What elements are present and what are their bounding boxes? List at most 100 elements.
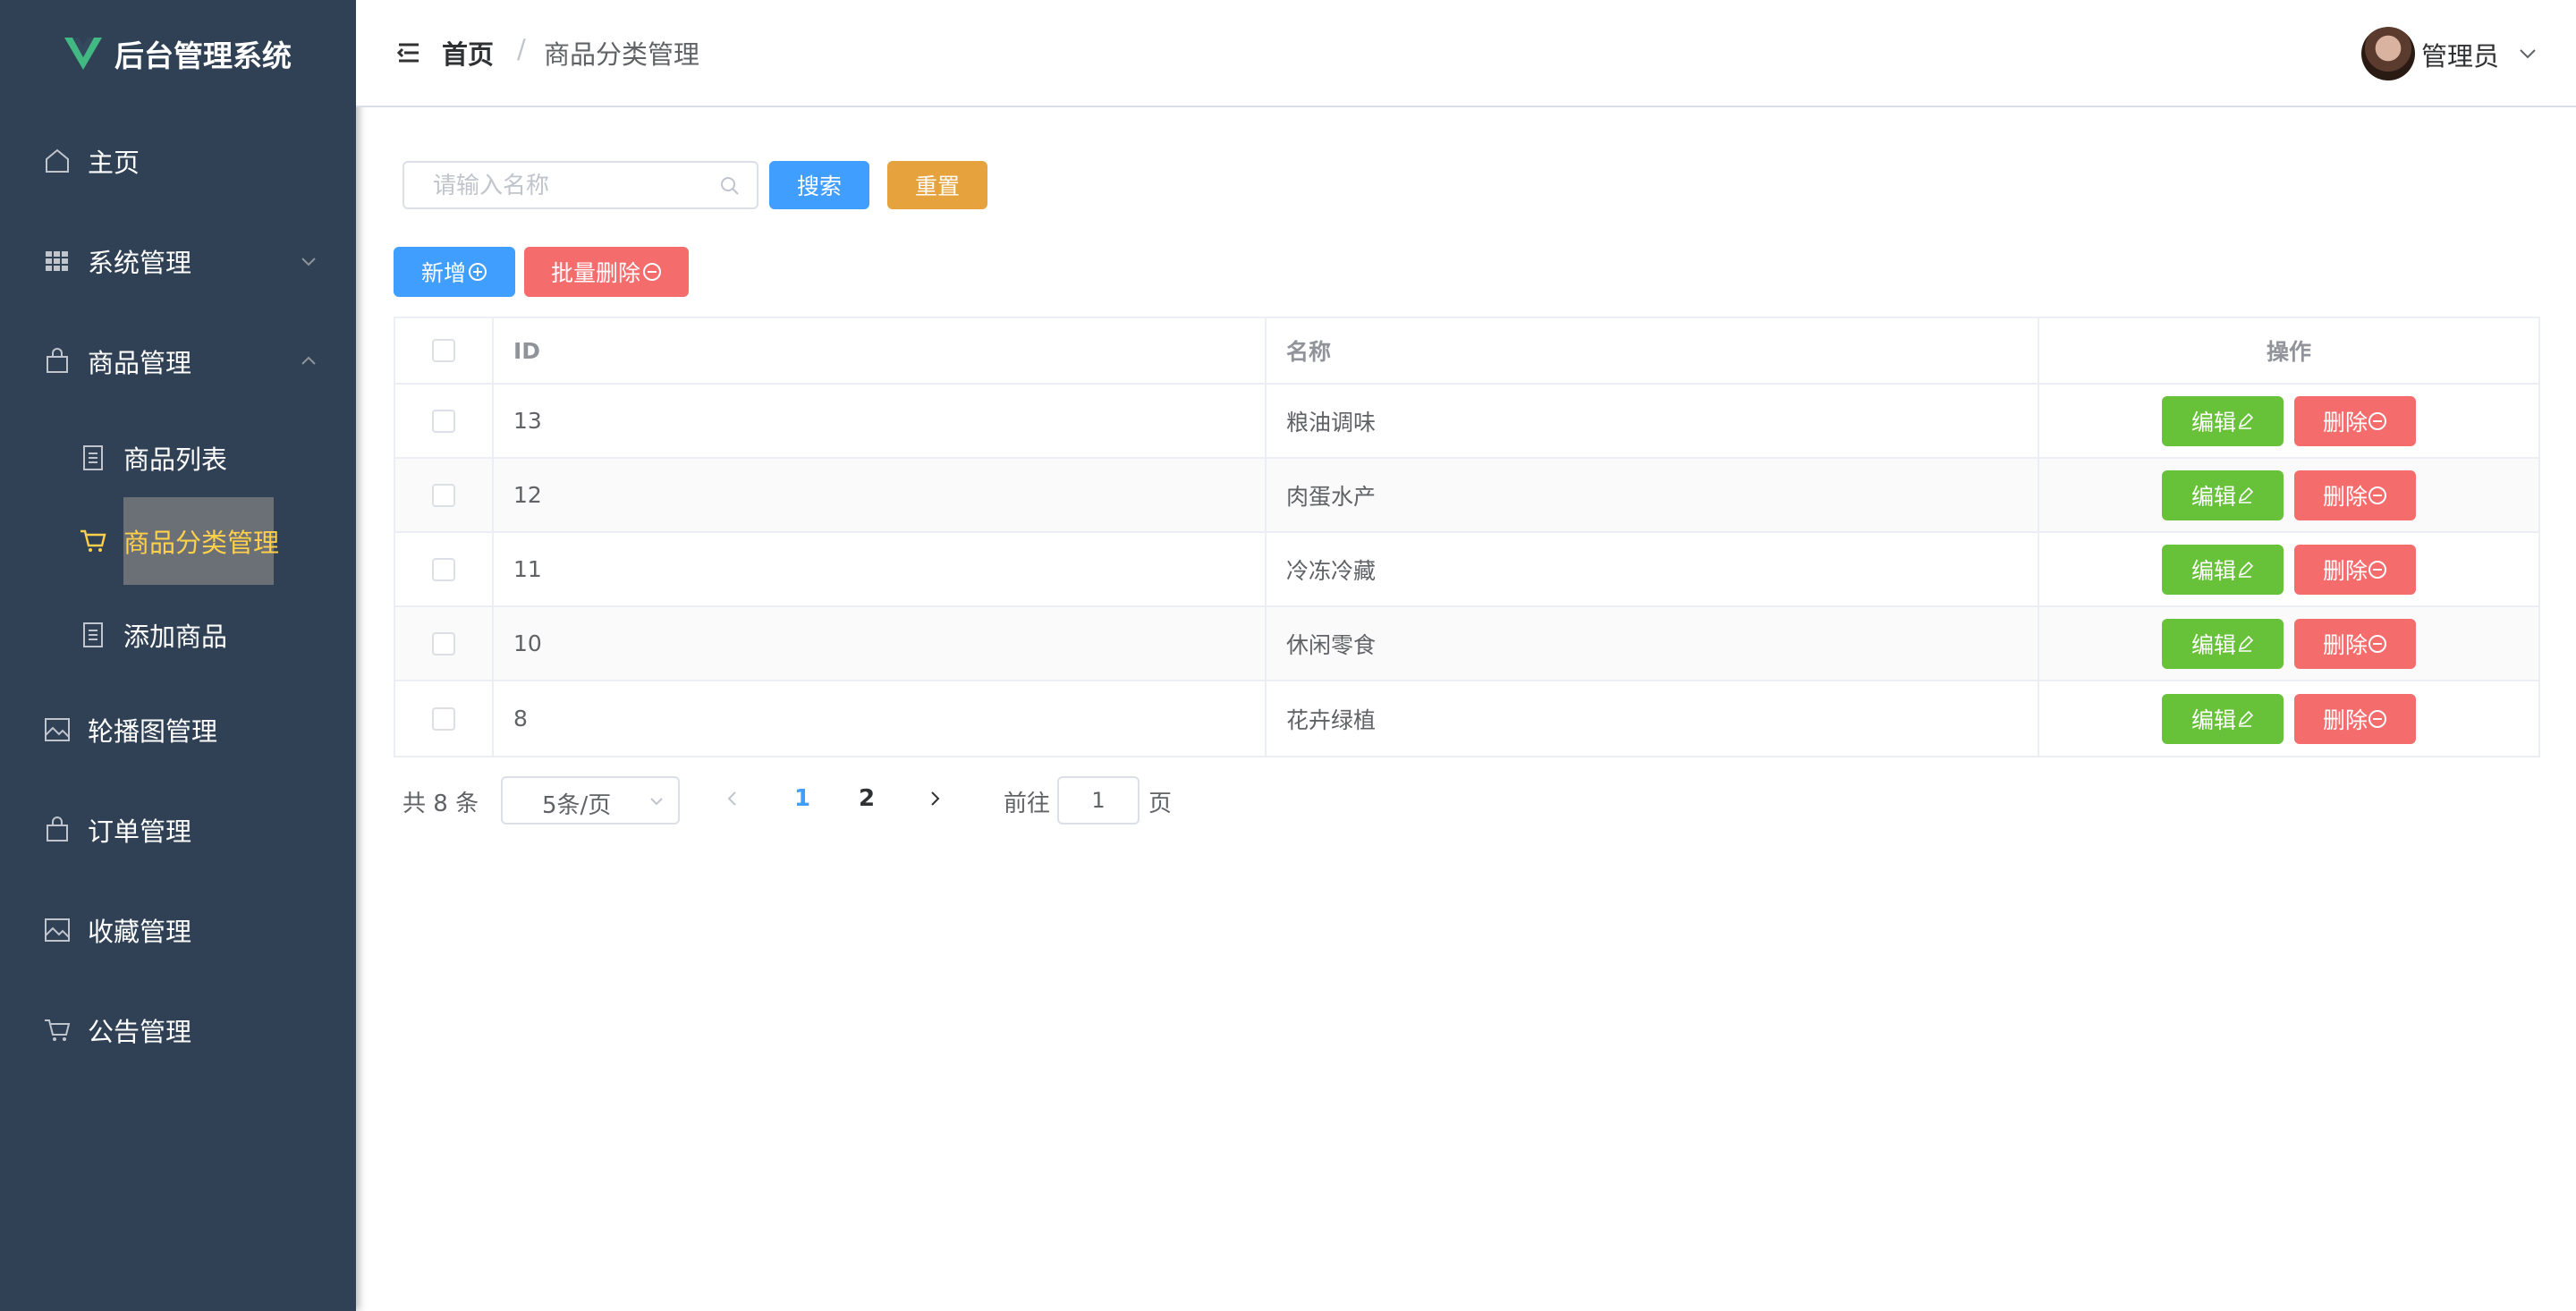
circle-minus-icon xyxy=(2368,709,2386,728)
edit-button[interactable]: 编辑 xyxy=(2162,693,2284,744)
chevron-down-icon xyxy=(301,258,316,266)
batch-delete-button[interactable]: 批量删除 xyxy=(524,247,689,297)
select-all-cell xyxy=(395,318,494,383)
row-checkbox[interactable] xyxy=(432,631,455,656)
header-name[interactable]: 名称 xyxy=(1267,318,2039,383)
cell-name: 肉蛋水产 xyxy=(1267,459,2039,531)
sidebar-item-label: 收藏管理 xyxy=(88,917,192,947)
page-number-1[interactable]: 1 xyxy=(794,785,810,812)
next-page-icon[interactable] xyxy=(925,789,945,808)
edit-label: 编辑 xyxy=(2190,409,2236,436)
header-operation: 操作 xyxy=(2266,339,2311,365)
sidebar-item-favorites[interactable]: 收藏管理 xyxy=(0,880,356,980)
row-checkbox[interactable] xyxy=(432,483,455,507)
circle-minus-icon xyxy=(2368,486,2386,504)
user-name[interactable]: 管理员 xyxy=(2421,36,2499,73)
search-button[interactable]: 搜索 xyxy=(769,161,869,209)
document-icon xyxy=(83,622,103,647)
top-header: 首页 / 商品分类管理 管理员 xyxy=(356,0,2576,107)
cell-name: 粮油调味 xyxy=(1267,385,2039,457)
sidebar-item-label: 添加商品 xyxy=(123,622,228,652)
bag-icon xyxy=(47,816,68,842)
row-checkbox[interactable] xyxy=(432,706,455,731)
page-size-select[interactable]: 5条/页 xyxy=(501,776,680,825)
table-row: 12 肉蛋水产 编辑 删除 xyxy=(395,459,2538,533)
add-button[interactable]: 新增 xyxy=(394,247,515,297)
table-header-row: ID 名称 操作 xyxy=(395,318,2538,385)
add-button-label: 新增 xyxy=(420,260,466,286)
sidebar-item-label: 轮播图管理 xyxy=(88,716,218,747)
delete-button[interactable]: 删除 xyxy=(2294,544,2416,595)
edit-button[interactable]: 编辑 xyxy=(2162,618,2284,669)
page-number-2[interactable]: 2 xyxy=(859,785,875,812)
circle-minus-icon xyxy=(2368,411,2386,430)
grid-icon xyxy=(46,251,68,271)
avatar[interactable] xyxy=(2361,27,2415,80)
edit-icon xyxy=(2238,412,2254,429)
delete-label: 删除 xyxy=(2322,557,2368,584)
delete-button[interactable]: 删除 xyxy=(2294,618,2416,669)
edit-button[interactable]: 编辑 xyxy=(2162,395,2284,446)
search-input[interactable] xyxy=(431,163,703,209)
row-checkbox[interactable] xyxy=(432,557,455,581)
picture-icon xyxy=(45,918,70,942)
select-all-checkbox[interactable] xyxy=(432,339,455,362)
sidebar-item-label: 订单管理 xyxy=(88,816,192,847)
circle-minus-icon xyxy=(643,263,661,281)
sidebar-item-label: 系统管理 xyxy=(88,248,192,278)
delete-button[interactable]: 删除 xyxy=(2294,469,2416,520)
delete-label: 删除 xyxy=(2322,706,2368,733)
row-checkbox[interactable] xyxy=(432,409,455,433)
prev-page-icon[interactable] xyxy=(723,789,742,808)
sidebar-item-add-goods[interactable]: 添加商品 xyxy=(0,585,356,685)
sidebar-item-orders[interactable]: 订单管理 xyxy=(0,780,356,880)
circle-minus-icon xyxy=(2368,560,2386,579)
sidebar-item-notices[interactable]: 公告管理 xyxy=(0,980,356,1080)
sidebar-item-carousel[interactable]: 轮播图管理 xyxy=(0,680,356,780)
edit-label: 编辑 xyxy=(2190,706,2236,733)
search-icon xyxy=(721,177,739,195)
cell-name: 花卉绿植 xyxy=(1267,681,2039,756)
search-input-wrapper[interactable] xyxy=(402,161,758,209)
search-button-label: 搜索 xyxy=(796,173,842,199)
sidebar-item-home[interactable]: 主页 xyxy=(0,111,356,211)
cart-icon xyxy=(45,1019,71,1041)
edit-button[interactable]: 编辑 xyxy=(2162,544,2284,595)
chevron-down-icon[interactable] xyxy=(2517,43,2538,64)
document-icon xyxy=(83,445,103,470)
delete-button[interactable]: 删除 xyxy=(2294,693,2416,744)
pagination-total: 共 8 条 xyxy=(402,791,479,817)
delete-label: 删除 xyxy=(2322,409,2368,436)
header-id[interactable]: ID xyxy=(494,318,1267,383)
breadcrumb-separator: / xyxy=(517,34,526,64)
table-row: 10 休闲零食 编辑 删除 xyxy=(395,607,2538,681)
edit-icon xyxy=(2238,635,2254,652)
app-logo: 后台管理系统 xyxy=(0,0,356,107)
edit-icon xyxy=(2238,561,2254,578)
edit-button[interactable]: 编辑 xyxy=(2162,469,2284,520)
goto-page-input[interactable] xyxy=(1057,776,1140,825)
sidebar: 后台管理系统 主页 系统管理 商品管理 商品列表 商品分类管理 添加商品 轮播图… xyxy=(0,0,356,1311)
page-suffix: 页 xyxy=(1148,791,1173,817)
picture-icon xyxy=(45,718,70,741)
cell-id: 13 xyxy=(494,385,1267,457)
delete-button[interactable]: 删除 xyxy=(2294,395,2416,446)
breadcrumb-current: 商品分类管理 xyxy=(544,39,700,70)
cell-id: 12 xyxy=(494,459,1267,531)
sidebar-item-label: 商品列表 xyxy=(123,444,228,475)
breadcrumb-home[interactable]: 首页 xyxy=(442,34,494,72)
sidebar-item-category[interactable]: 商品分类管理 xyxy=(0,495,356,587)
reset-button[interactable]: 重置 xyxy=(887,161,987,209)
cell-operations: 编辑 删除 xyxy=(2039,681,2538,756)
reset-button-label: 重置 xyxy=(914,173,960,199)
sidebar-item-goods[interactable]: 商品管理 xyxy=(0,311,356,411)
sidebar-item-goods-list[interactable]: 商品列表 xyxy=(0,408,356,508)
table-body: 13 粮油调味 编辑 删除 12 肉蛋水产 编辑 删除 11 冷冻冷藏 编辑 删除 10 休闲零食 编辑 删除… xyxy=(395,385,2538,756)
table-row: 8 花卉绿植 编辑 删除 xyxy=(395,681,2538,756)
cell-name: 冷冻冷藏 xyxy=(1267,533,2039,605)
sidebar-item-label: 公告管理 xyxy=(88,1017,192,1047)
row-select-cell xyxy=(395,385,494,457)
menu-fold-icon[interactable] xyxy=(395,39,422,66)
page-size-value: 5条/页 xyxy=(542,792,612,819)
sidebar-item-system[interactable]: 系统管理 xyxy=(0,211,356,311)
